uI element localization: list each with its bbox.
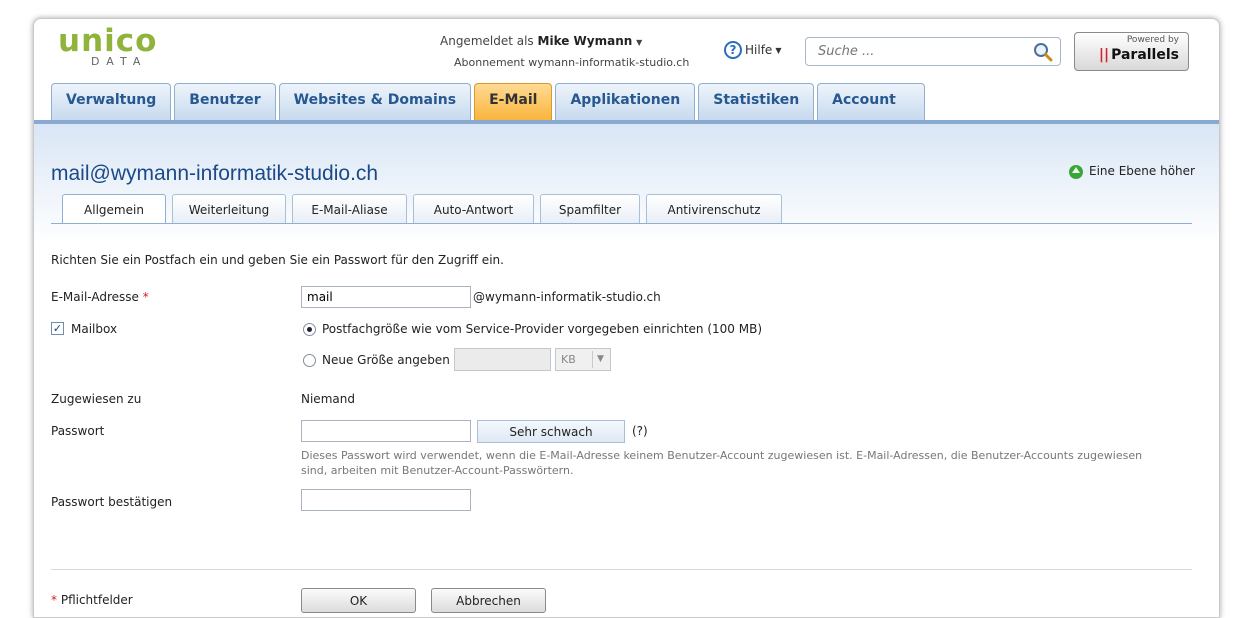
logo-text: unico xyxy=(58,23,158,59)
mailbox-checkbox[interactable]: ✓ xyxy=(51,322,64,335)
form-divider xyxy=(51,569,1192,570)
tab-antivirenschutz[interactable]: Antivirenschutz xyxy=(646,194,782,224)
password-label: Passwort xyxy=(51,424,105,438)
page-title: mail@wymann-informatik-studio.ch xyxy=(51,162,379,185)
search-input[interactable] xyxy=(816,43,1016,60)
email-label-text: E-Mail-Adresse xyxy=(51,290,139,304)
password-hint: Dieses Passwort wird verwendet, wenn die… xyxy=(301,449,1143,477)
tab-email-aliase[interactable]: E-Mail-Aliase xyxy=(292,194,407,224)
parallels-badge[interactable]: Powered by || Parallels xyxy=(1074,32,1189,71)
unit-value: KB xyxy=(561,353,576,366)
sub-tabs: Allgemein Weiterleitung E-Mail-Aliase Au… xyxy=(62,194,782,224)
required-note: * Pflichtfelder xyxy=(51,593,133,607)
radio-custom-label: Neue Größe angeben xyxy=(322,353,450,367)
required-mark: * xyxy=(51,593,57,607)
up-level-link[interactable]: Eine Ebene höher xyxy=(1067,162,1195,180)
subscription-label[interactable]: Abonnement wymann-informatik-studio.ch xyxy=(454,56,689,69)
tab-email[interactable]: E-Mail xyxy=(474,83,553,121)
powered-by-label: Powered by xyxy=(1126,35,1179,45)
tab-account[interactable]: Account xyxy=(817,83,925,121)
app-window: unico DATA Angemeldet als Mike Wymann ▼ … xyxy=(33,18,1220,618)
email-label: E-Mail-Adresse * xyxy=(51,290,149,304)
radio-default-size[interactable] xyxy=(303,323,316,336)
required-mark: * xyxy=(142,290,149,304)
confirm-password-label: Passwort bestätigen xyxy=(51,495,173,509)
required-note-text: Pflichtfelder xyxy=(60,593,133,607)
ok-button[interactable]: OK xyxy=(301,588,416,613)
help-menu[interactable]: ? Hilfe ▼ xyxy=(724,41,781,59)
user-menu[interactable]: Mike Wymann xyxy=(538,34,633,48)
tab-spamfilter[interactable]: Spamfilter xyxy=(540,194,640,224)
mailbox-label: Mailbox xyxy=(71,322,118,336)
email-field[interactable] xyxy=(301,286,471,308)
search-icon[interactable] xyxy=(1032,41,1054,63)
password-strength-indicator: Sehr schwach xyxy=(477,420,625,443)
radio-default-label: Postfachgröße wie vom Service-Provider v… xyxy=(322,322,763,336)
chevron-down-icon[interactable]: ▼ xyxy=(636,38,642,47)
email-domain: @wymann-informatik-studio.ch xyxy=(473,290,661,304)
logged-in-prefix: Angemeldet als xyxy=(440,34,534,48)
tab-statistiken[interactable]: Statistiken xyxy=(698,83,815,121)
tab-websites-domains[interactable]: Websites & Domains xyxy=(278,83,472,121)
search-box xyxy=(805,37,1061,66)
unico-logo[interactable]: unico DATA xyxy=(58,25,157,68)
tab-weiterleitung[interactable]: Weiterleitung xyxy=(172,194,286,224)
unit-select: KB ▼ xyxy=(555,348,611,371)
help-icon: ? xyxy=(724,41,742,59)
password-field[interactable] xyxy=(301,420,471,442)
form-intro: Richten Sie ein Postfach ein und geben S… xyxy=(51,253,504,267)
brand-label: Parallels xyxy=(1111,47,1179,63)
up-level-label: Eine Ebene höher xyxy=(1089,164,1195,178)
size-input xyxy=(454,348,551,371)
radio-custom-size[interactable] xyxy=(303,354,316,367)
parallels-brand: || Parallels xyxy=(1075,46,1179,64)
logged-in-info: Angemeldet als Mike Wymann ▼ xyxy=(440,34,642,48)
sub-tabs-underline xyxy=(51,223,1192,224)
tab-verwaltung[interactable]: Verwaltung xyxy=(51,83,172,121)
main-navigation: Verwaltung Benutzer Websites & Domains E… xyxy=(51,83,925,121)
tab-applikationen[interactable]: Applikationen xyxy=(555,83,696,121)
tab-allgemein[interactable]: Allgemein xyxy=(62,194,166,224)
chevron-down-icon: ▼ xyxy=(592,351,608,368)
confirm-password-field[interactable] xyxy=(301,489,471,511)
chevron-down-icon: ▼ xyxy=(775,45,782,55)
up-level-icon xyxy=(1069,165,1083,179)
password-help-link[interactable]: (?) xyxy=(632,424,648,438)
assigned-value: Niemand xyxy=(301,392,355,406)
help-label: Hilfe xyxy=(745,43,773,57)
parallels-logo-icon: || xyxy=(1098,47,1110,63)
tab-auto-antwort[interactable]: Auto-Antwort xyxy=(413,194,534,224)
assigned-label: Zugewiesen zu xyxy=(51,392,142,406)
cancel-button[interactable]: Abbrechen xyxy=(431,588,546,613)
tab-benutzer[interactable]: Benutzer xyxy=(174,83,276,121)
